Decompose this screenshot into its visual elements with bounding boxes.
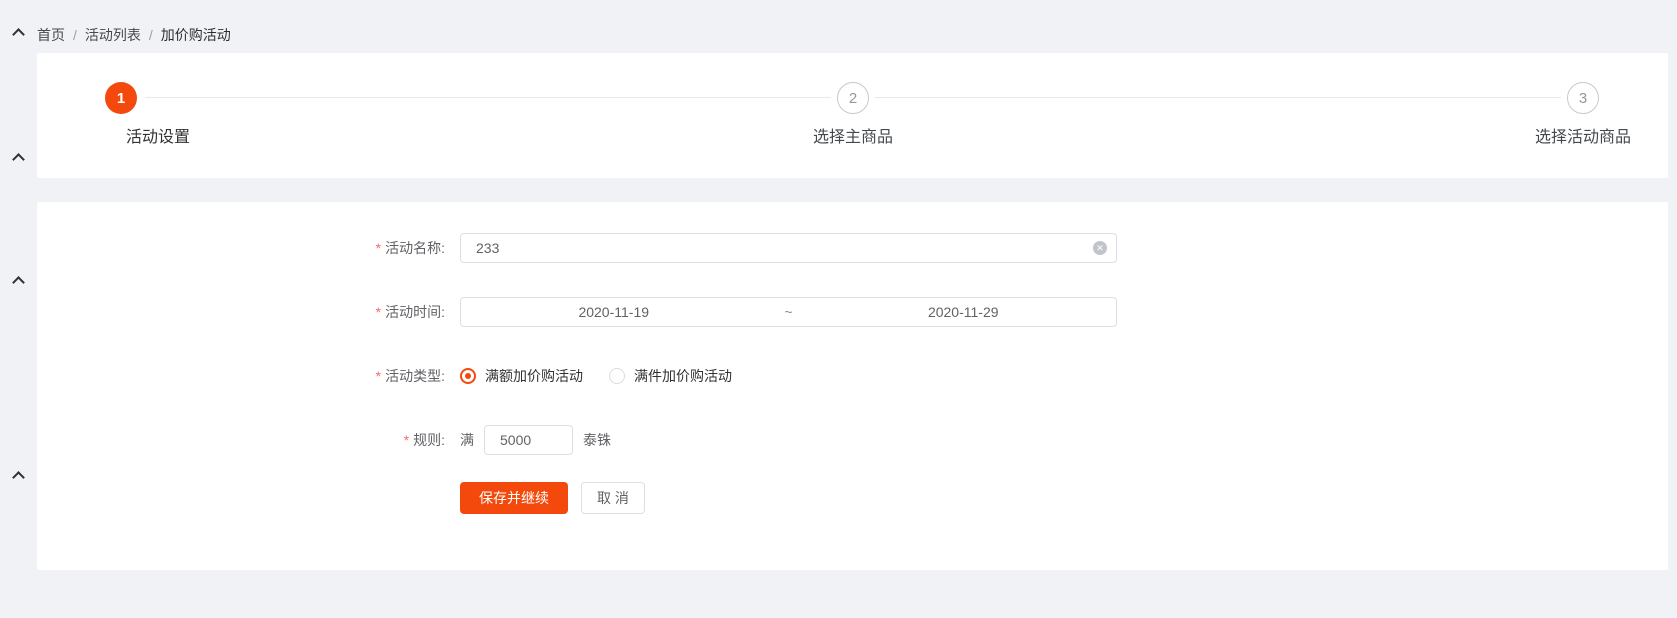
required-mark: *: [375, 368, 382, 384]
breadcrumb-separator: /: [148, 27, 153, 43]
step-connector: [875, 97, 1561, 98]
step-1-indicator: 1: [105, 82, 137, 114]
start-date-value[interactable]: 2020-11-19: [461, 304, 767, 320]
activity-time-row: * 活动时间: 2020-11-19 ~ 2020-11-29: [37, 297, 1668, 327]
step-connector: [145, 97, 831, 98]
form-card: *活动名称: ✕ *活动时间: 2020-11-19 ~ 2020-11-29: [37, 202, 1668, 570]
stepper-card: 1 2 3 活动设置 选择主商品 选择活动商品: [37, 53, 1668, 178]
step-3-indicator: 3: [1567, 82, 1599, 114]
activity-type-label: * 活动类型:: [375, 368, 445, 384]
breadcrumb-separator: /: [73, 27, 77, 43]
chevron-up-icon[interactable]: [13, 470, 25, 482]
radio-quantity-based-activity[interactable]: 满件加价购活动: [609, 366, 732, 386]
step-2-label: 选择主商品: [812, 129, 894, 146]
activity-time-label: * 活动时间:: [375, 304, 445, 320]
activity-name-row: *活动名称: ✕: [37, 233, 1668, 263]
breadcrumb-current-page: 加价购活动: [160, 27, 231, 43]
activity-type-row: * 活动类型: 满额加价购活动 满件加价购活动: [37, 361, 1668, 391]
activity-name-input[interactable]: [460, 233, 1117, 263]
step-3-label: 选择活动商品: [1534, 129, 1632, 146]
activity-time-range-picker[interactable]: 2020-11-19 ~ 2020-11-29: [460, 297, 1117, 327]
rule-amount-input[interactable]: [484, 425, 573, 455]
breadcrumb-activity-list[interactable]: 活动列表: [85, 25, 141, 45]
chevron-up-icon[interactable]: [13, 152, 25, 164]
rule-row: *规则: 满 泰铢: [37, 425, 1668, 455]
rule-currency-label: 泰铢: [583, 432, 611, 448]
save-and-continue-button[interactable]: 保存并继续: [460, 482, 568, 514]
chevron-up-icon[interactable]: [13, 27, 25, 39]
step-2-indicator: 2: [837, 82, 869, 114]
breadcrumb-home[interactable]: 首页: [37, 25, 65, 45]
chevron-up-icon[interactable]: [13, 275, 25, 287]
radio-label: 满件加价购活动: [634, 368, 732, 384]
required-mark: *: [375, 304, 382, 320]
cancel-button[interactable]: 取 消: [581, 482, 645, 514]
required-mark: *: [375, 240, 382, 256]
rule-prefix-label: 满: [460, 432, 474, 448]
end-date-value[interactable]: 2020-11-29: [811, 304, 1117, 320]
date-range-separator: ~: [784, 304, 793, 320]
radio-icon: [460, 368, 476, 384]
actions-row: 保存并继续 取 消: [37, 482, 1668, 514]
radio-icon: [609, 368, 625, 384]
rule-label: * 规则:: [403, 432, 445, 448]
activity-name-label: * 活动名称:: [375, 240, 445, 256]
activity-form: *活动名称: ✕ *活动时间: 2020-11-19 ~ 2020-11-29: [37, 202, 1668, 514]
radio-amount-based-activity[interactable]: 满额加价购活动: [460, 366, 583, 386]
radio-label: 满额加价购活动: [485, 368, 583, 384]
breadcrumb: 首页 / 活动列表 / 加价购活动: [37, 25, 231, 45]
step-1-label: 活动设置: [125, 129, 191, 146]
required-mark: *: [403, 432, 410, 448]
clear-input-icon[interactable]: ✕: [1093, 241, 1107, 255]
